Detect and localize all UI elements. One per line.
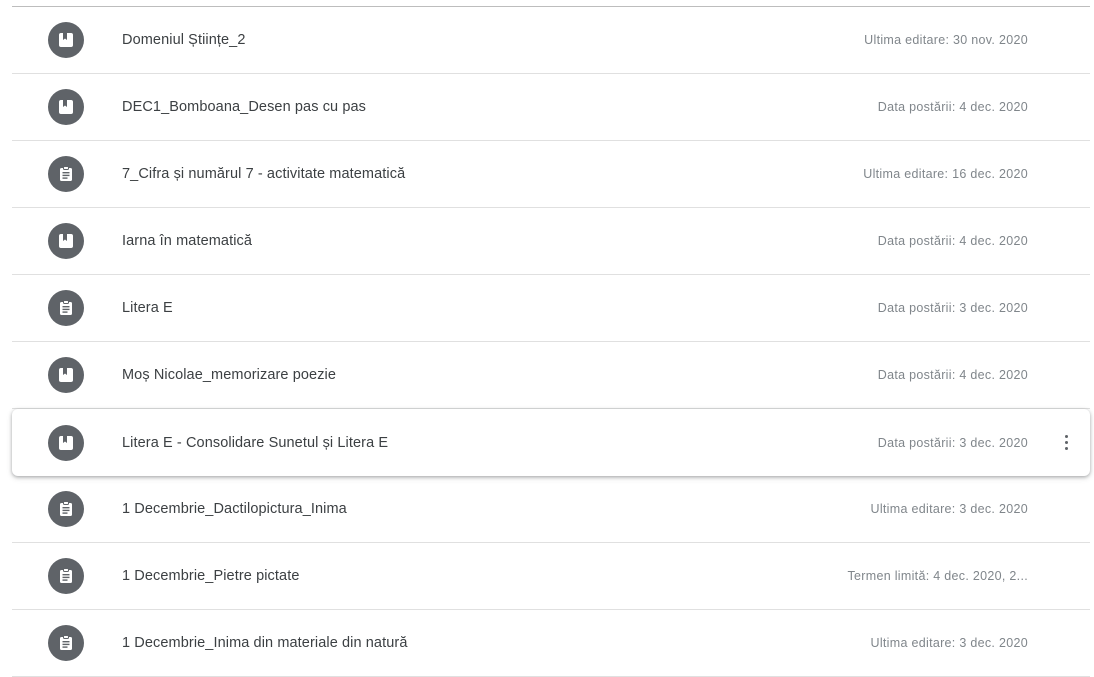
more-vert-icon[interactable] [1054, 431, 1078, 455]
list-item[interactable]: 1 Decembrie_Inima din materiale din natu… [12, 610, 1090, 677]
assignment-icon [48, 290, 84, 326]
list-item[interactable]: Litera E Data postării: 3 dec. 2020 [12, 275, 1090, 342]
item-title: 1 Decembrie_Dactilopictura_Inima [122, 501, 347, 517]
item-meta: Ultima editare: 3 dec. 2020 [870, 502, 1028, 516]
item-meta: Data postării: 4 dec. 2020 [877, 368, 1028, 382]
material-icon [48, 89, 84, 125]
list-item[interactable]: 7_Cifra și numărul 7 - activitate matema… [12, 141, 1090, 208]
item-meta: Data postării: 3 dec. 2020 [877, 301, 1028, 315]
item-meta: Ultima editare: 16 dec. 2020 [863, 167, 1028, 181]
item-meta: Termen limită: 4 dec. 2020, 2... [847, 569, 1028, 583]
item-meta: Ultima editare: 3 dec. 2020 [870, 636, 1028, 650]
item-title: 7_Cifra și numărul 7 - activitate matema… [122, 166, 406, 182]
item-title: Litera E - Consolidare Sunetul și Litera… [122, 434, 389, 451]
list-item[interactable]: Moș Nicolae_memorizare poezie Data postă… [12, 342, 1090, 409]
item-title: 1 Decembrie_Inima din materiale din natu… [122, 635, 408, 651]
item-meta: Data postării: 3 dec. 2020 [877, 435, 1028, 450]
assignment-icon [48, 491, 84, 527]
list-item[interactable]: 1 Decembrie_Pietre pictate Termen limită… [12, 543, 1090, 610]
assignment-icon [48, 625, 84, 661]
item-meta: Data postării: 4 dec. 2020 [877, 234, 1028, 248]
item-meta: Ultima editare: 30 nov. 2020 [864, 33, 1028, 47]
list-item[interactable]: Domeniul Științe_2 Ultima editare: 30 no… [12, 7, 1090, 74]
material-icon [48, 22, 84, 58]
list-item[interactable]: 1 Decembrie_Dactilopictura_Inima Ultima … [12, 476, 1090, 543]
classwork-list: Domeniul Științe_2 Ultima editare: 30 no… [12, 7, 1090, 677]
assignment-icon [48, 156, 84, 192]
list-item-hovered[interactable]: Litera E - Consolidare Sunetul și Litera… [12, 409, 1090, 476]
item-title: Domeniul Științe_2 [122, 32, 246, 48]
material-icon [48, 223, 84, 259]
list-item[interactable]: DEC1_Bomboana_Desen pas cu pas Data post… [12, 74, 1090, 141]
material-icon [48, 357, 84, 393]
item-title: DEC1_Bomboana_Desen pas cu pas [122, 99, 367, 115]
list-item[interactable]: Iarna în matematică Data postării: 4 dec… [12, 208, 1090, 275]
assignment-icon [48, 558, 84, 594]
material-icon [48, 424, 84, 461]
item-title: Iarna în matematică [122, 233, 253, 249]
item-title: 1 Decembrie_Pietre pictate [122, 568, 300, 584]
item-title: Litera E [122, 300, 173, 316]
item-title: Moș Nicolae_memorizare poezie [122, 367, 337, 383]
item-meta: Data postării: 4 dec. 2020 [877, 100, 1028, 114]
